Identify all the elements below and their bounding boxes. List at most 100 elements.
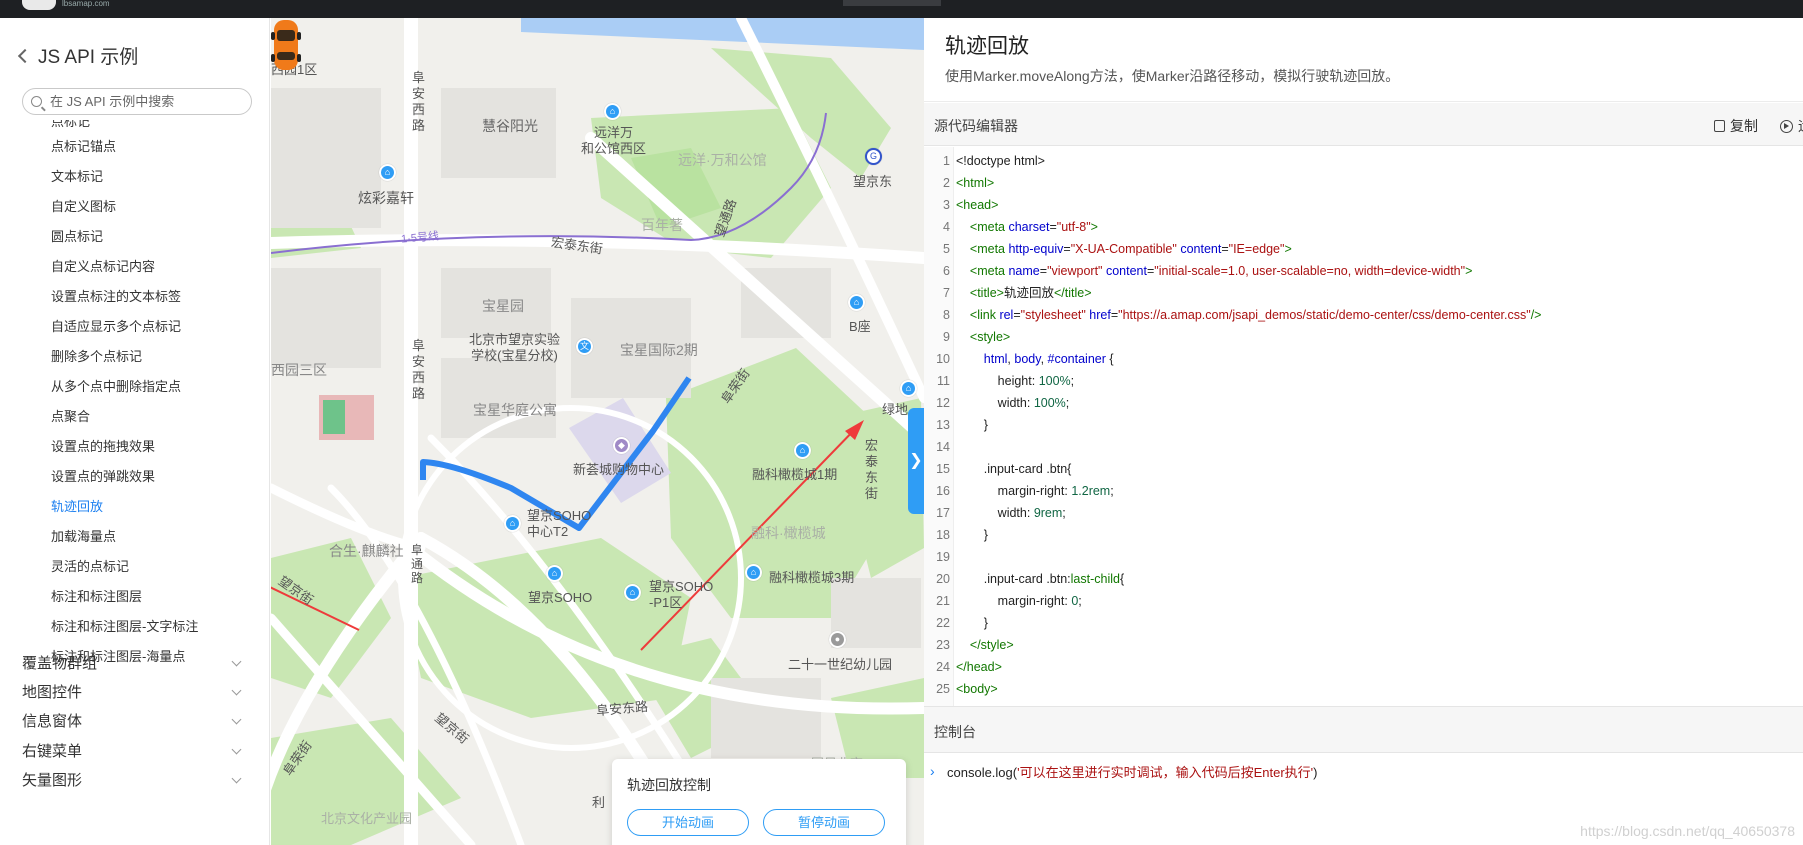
- sidebar-item[interactable]: 自适应显示多个点标记: [0, 312, 269, 342]
- code-line: 11 height: 100%;: [924, 370, 1803, 392]
- sidebar-item[interactable]: 删除多个点标记: [0, 342, 269, 372]
- sidebar-item[interactable]: 自定义图标: [0, 192, 269, 222]
- code-line: 2 <html>: [924, 172, 1803, 194]
- track-control-card: 轨迹回放控制 开始动画 暂停动画: [612, 759, 906, 845]
- code-token: >: [1090, 220, 1098, 234]
- code-token: "IE=edge": [1228, 242, 1285, 256]
- map-label: 北京文化产业园: [321, 811, 413, 826]
- metro-station-icon: G: [865, 148, 882, 165]
- line-number: 25: [936, 682, 950, 696]
- sidebar-item[interactable]: 灵活的点标记: [0, 552, 269, 582]
- top-search-box[interactable]: [843, 0, 941, 6]
- car-marker-icon[interactable]: [271, 18, 301, 72]
- line-number: 15: [936, 462, 950, 476]
- sidebar-search[interactable]: [22, 88, 252, 115]
- code-token: .input-card .btn:: [956, 572, 1071, 586]
- code-line: 4 <meta charset="utf-8">: [924, 216, 1803, 238]
- code-token: ;: [1110, 484, 1114, 498]
- code-token: }: [956, 616, 988, 630]
- code-token: 100%: [1033, 396, 1066, 410]
- code-token: http-equiv: [1008, 242, 1064, 256]
- code-line: 24 </head>: [924, 656, 1803, 678]
- sidebar-item[interactable]: 标注和标注图层-文字标注: [0, 612, 269, 642]
- pause-animation-button[interactable]: 暂停动画: [763, 809, 885, 836]
- sidebar-item[interactable]: 点聚合: [0, 402, 269, 432]
- code-token: content: [1105, 264, 1147, 278]
- sidebar-item[interactable]: 圆点标记: [0, 222, 269, 252]
- back-to-examples[interactable]: JS API 示例: [17, 42, 138, 69]
- sidebar-item[interactable]: 从多个点中删除指定点: [0, 372, 269, 402]
- code-token: height:: [956, 374, 1039, 388]
- sidebar-item[interactable]: 设置点标注的文本标签: [0, 282, 269, 312]
- code-token: >: [1465, 264, 1473, 278]
- run-button[interactable]: 运: [1780, 116, 1803, 136]
- code-token: charset: [1008, 220, 1050, 234]
- code-line: 1 <!doctype html>: [924, 150, 1803, 172]
- sidebar-group[interactable]: 矢量图形: [0, 763, 269, 796]
- amap-logo[interactable]: [22, 0, 56, 10]
- map-label: 绿地: [882, 402, 909, 417]
- code-token: =: [1013, 308, 1021, 322]
- sidebar-item-list: 点标记 点标记锚点 文本标记 自定义图标 圆点标记 自定义点标记内容 设置点标注的文本标签…: [0, 120, 269, 672]
- map-label: 融科橄榄城1期: [752, 467, 838, 482]
- building-icon: ⌂: [546, 565, 563, 582]
- sidebar-item[interactable]: 加载海量点: [0, 522, 269, 552]
- shopping-icon: ◆: [613, 437, 630, 454]
- start-animation-button[interactable]: 开始动画: [627, 809, 749, 836]
- line-number: 14: [936, 440, 950, 454]
- console-output[interactable]: › console.log('可以在这里进行实时调试，输入代码后按Enter执行…: [924, 753, 1803, 845]
- collapse-panel-button[interactable]: ❯: [908, 408, 924, 514]
- line-number: 3: [943, 198, 950, 212]
- code-token: 9rem: [1033, 506, 1063, 520]
- code-line: 9 <style>: [924, 326, 1803, 348]
- map-label: 远洋万 和公馆西区: [581, 125, 647, 156]
- code-line: 22 }: [924, 612, 1803, 634]
- console-prefix: console.log(: [947, 765, 1018, 780]
- code-token: "viewport": [1047, 264, 1103, 278]
- sidebar-item[interactable]: 轨迹回放: [0, 492, 269, 522]
- code-token: width:: [956, 506, 1034, 520]
- map-label: 1·5号线: [400, 230, 440, 246]
- sidebar-item-partial[interactable]: 点标记: [0, 120, 269, 132]
- sidebar-item[interactable]: 点标记锚点: [0, 132, 269, 162]
- map-label: 新荟城购物中心: [573, 462, 665, 477]
- code-line: 23 </style>: [924, 634, 1803, 656]
- map-label: 宝星园: [482, 298, 524, 314]
- top-navigation-bar: lbsamap.com: [0, 0, 1803, 18]
- line-number: 1: [943, 154, 950, 168]
- sidebar-group[interactable]: 信息窗体: [0, 704, 269, 737]
- sidebar-item[interactable]: 标注和标注图层: [0, 582, 269, 612]
- map-label: 利: [592, 795, 606, 810]
- code-token: =: [1049, 220, 1057, 234]
- example-header: 轨迹回放 使用Marker.moveAlong方法，使Marker沿路径移动，模…: [924, 18, 1803, 102]
- code-token: "utf-8": [1056, 220, 1091, 234]
- sidebar-item[interactable]: 设置点的拖拽效果: [0, 432, 269, 462]
- sidebar-item[interactable]: 自定义点标记内容: [0, 252, 269, 282]
- code-token: "X-UA-Compatible": [1070, 242, 1177, 256]
- building-icon: ⌂: [745, 564, 762, 581]
- code-editor[interactable]: 1 <!doctype html> 2 <html> 3 <head> 4 <meta ch…: [924, 147, 1803, 706]
- code-line: 3 <head>: [924, 194, 1803, 216]
- map-container[interactable]: 西园1区 阜安西路 慧谷阳光 ⌂ 远洋万 和公馆西区 远洋·万和公馆 G 望京东…: [271, 18, 924, 845]
- code-token: last-child: [1070, 572, 1120, 586]
- line-number: 18: [936, 528, 950, 542]
- sidebar-item[interactable]: 文本标记: [0, 162, 269, 192]
- line-number: 12: [936, 396, 950, 410]
- line-number: 20: [936, 572, 950, 586]
- right-panel: 轨迹回放 使用Marker.moveAlong方法，使Marker沿路径移动，模…: [924, 18, 1803, 845]
- code-line: 18 }: [924, 524, 1803, 546]
- sidebar-item[interactable]: 设置点的弹跳效果: [0, 462, 269, 492]
- building-icon: ⌂: [604, 103, 621, 120]
- copy-button[interactable]: 复制: [1714, 116, 1758, 136]
- line-number: 13: [936, 418, 950, 432]
- code-token: =: [1039, 264, 1048, 278]
- line-number: 4: [943, 220, 950, 234]
- map-label: 融科橄榄城3期: [769, 570, 855, 585]
- search-input[interactable]: [50, 94, 240, 109]
- building-icon: ⌂: [504, 515, 521, 532]
- code-line: 10 html, body, #container {: [924, 348, 1803, 370]
- console-line: console.log('可以在这里进行实时调试，输入代码后按Enter执行'): [947, 762, 1318, 781]
- map-label: 阜安西路: [412, 70, 426, 133]
- code-token: <link: [969, 308, 1000, 322]
